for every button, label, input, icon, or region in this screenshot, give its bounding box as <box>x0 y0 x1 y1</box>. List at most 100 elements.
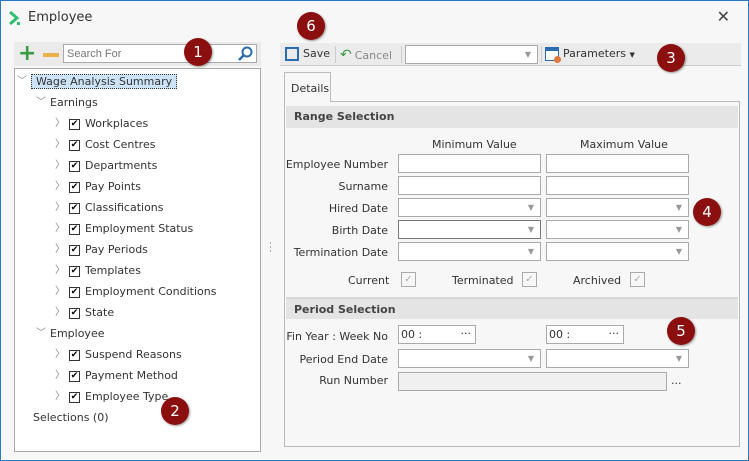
callout-badge: 2 <box>161 397 189 425</box>
period-end-max-combo[interactable]: ▼ <box>546 349 689 368</box>
save-icon <box>285 47 299 61</box>
callout-badge: 3 <box>657 44 685 72</box>
check-label: Archived <box>573 274 622 287</box>
tree-item[interactable]: 〉 ✔ Employment Status <box>55 219 193 238</box>
tree-item[interactable]: 〉 ✔ Payment Method <box>55 366 178 385</box>
search-icon[interactable] <box>238 46 253 61</box>
add-icon[interactable]: + <box>18 42 36 66</box>
max-date-combo[interactable]: ▼ <box>546 220 689 239</box>
window-title: Employee <box>28 10 93 25</box>
min-date-combo[interactable]: ▼ <box>398 198 541 217</box>
checkbox[interactable]: ✔ <box>69 118 80 130</box>
tree-item[interactable]: 〉 ✔ Workplaces <box>55 114 148 133</box>
tree-item[interactable]: 〉 ✔ State <box>55 303 114 322</box>
min-input[interactable] <box>398 176 541 195</box>
checkbox[interactable]: ✔ <box>69 265 80 277</box>
checkbox[interactable]: ✔ <box>69 391 80 403</box>
chevron-right-icon[interactable]: 〉 <box>55 387 65 406</box>
checkbox[interactable]: ✔ <box>69 139 80 151</box>
chevron-right-icon[interactable]: 〉 <box>55 135 65 154</box>
tree-item[interactable]: 〉 ✔ Pay Periods <box>55 240 148 259</box>
checkbox[interactable]: ✔ <box>69 370 80 382</box>
save-button[interactable]: Save <box>285 47 330 61</box>
tree-item[interactable]: 〉 ✔ Suspend Reasons <box>55 345 182 364</box>
chevron-right-icon[interactable]: 〉 <box>55 177 65 196</box>
checkbox[interactable]: ✔ <box>69 349 80 361</box>
range-label: Employee Number <box>285 158 388 171</box>
checkbox[interactable]: ✔ <box>69 286 80 298</box>
max-date-combo[interactable]: ▼ <box>546 242 689 261</box>
max-input[interactable] <box>546 154 689 173</box>
min-input[interactable] <box>398 154 541 173</box>
chevron-right-icon[interactable]: 〉 <box>55 282 65 301</box>
tree-item[interactable]: 〉 ✔ Pay Points <box>55 177 141 196</box>
employee-window: Employee ✕ + ﹀Wage Analysis Summary ﹀Earn… <box>0 0 749 461</box>
app-logo-icon <box>9 11 20 25</box>
run-number-label: Run Number <box>319 374 388 387</box>
parameters-button[interactable]: Parameters ▼ <box>545 47 635 63</box>
range-label: Termination Date <box>293 246 388 259</box>
fin-min-ellipsis-button[interactable]: ··· <box>461 327 472 340</box>
chevron-right-icon[interactable]: 〉 <box>55 345 65 364</box>
min-date-combo[interactable]: ▼ <box>398 242 541 261</box>
cancel-button[interactable]: ↶ Cancel <box>340 47 392 63</box>
chevron-right-icon[interactable]: 〉 <box>55 240 65 259</box>
tree-item[interactable]: 〉 ✔ Classifications <box>55 198 164 217</box>
check-terminated[interactable]: ✓ <box>522 272 537 287</box>
max-input[interactable] <box>546 176 689 195</box>
min-date-combo[interactable]: ▼ <box>398 220 541 239</box>
checkbox[interactable]: ✔ <box>69 160 80 172</box>
checkbox[interactable]: ✔ <box>69 244 80 256</box>
max-date-combo[interactable]: ▼ <box>546 198 689 217</box>
chevron-right-icon[interactable]: 〉 <box>55 219 65 238</box>
tree-selections[interactable]: Selections (0) <box>33 408 109 427</box>
chevron-down-icon[interactable]: ﹀ <box>36 93 46 112</box>
tree-group-earnings[interactable]: ﹀ Earnings <box>36 93 98 112</box>
check-current[interactable]: ✓ <box>401 272 416 287</box>
chevron-right-icon[interactable]: 〉 <box>55 261 65 280</box>
tree-item[interactable]: 〉 ✔ Employment Conditions <box>55 282 216 301</box>
tree-root[interactable]: ﹀ Wage Analysis Summary <box>17 72 178 91</box>
checkbox[interactable]: ✔ <box>69 202 80 214</box>
tree-item[interactable]: 〉 ✔ Cost Centres <box>55 135 155 154</box>
chevron-right-icon[interactable]: 〉 <box>55 303 65 322</box>
callout-badge: 4 <box>693 198 721 226</box>
chevron-down-icon[interactable]: ﹀ <box>36 324 46 343</box>
run-number-input[interactable] <box>398 372 667 391</box>
min-header: Minimum Value <box>432 138 517 151</box>
callout-badge: 1 <box>184 38 212 66</box>
fin-max-ellipsis-button[interactable]: ··· <box>609 327 620 340</box>
range-selection-header: Range Selection <box>286 106 738 128</box>
tab-details[interactable]: Details <box>284 72 331 102</box>
range-label: Birth Date <box>331 224 388 237</box>
tree-item[interactable]: 〉 ✔ Departments <box>55 156 157 175</box>
check-label: Current <box>348 274 390 287</box>
period-end-min-combo[interactable]: ▼ <box>398 349 541 368</box>
tree-group-employee[interactable]: ﹀ Employee <box>36 324 104 343</box>
search-input[interactable] <box>63 44 257 63</box>
checkbox[interactable]: ✔ <box>69 223 80 235</box>
tree-item[interactable]: 〉 ✔ Employee Type <box>55 387 168 406</box>
fin-year-max-input[interactable]: 00 : ··· <box>546 325 624 344</box>
details-panel: Range Selection Minimum Value Maximum Va… <box>284 101 740 447</box>
period-selection-header: Period Selection <box>286 297 738 319</box>
range-label: Surname <box>338 180 388 193</box>
toolbar-combo[interactable]: ▼ <box>405 45 538 64</box>
close-button[interactable]: ✕ <box>717 7 730 26</box>
check-archived[interactable]: ✓ <box>630 272 645 287</box>
chevron-right-icon[interactable]: 〉 <box>55 198 65 217</box>
tree-item[interactable]: 〉 ✔ Templates <box>55 261 141 280</box>
callout-badge: 6 <box>297 12 325 40</box>
remove-icon[interactable] <box>43 53 59 57</box>
run-number-more-button[interactable]: ... <box>671 374 682 387</box>
chevron-right-icon[interactable]: 〉 <box>55 366 65 385</box>
parameters-icon <box>545 47 561 63</box>
chevron-down-icon[interactable]: ﹀ <box>17 72 27 91</box>
chevron-right-icon[interactable]: 〉 <box>55 114 65 133</box>
checkbox[interactable]: ✔ <box>69 307 80 319</box>
checkbox[interactable]: ✔ <box>69 181 80 193</box>
range-label: Hired Date <box>328 202 388 215</box>
undo-icon: ↶ <box>340 47 352 63</box>
chevron-right-icon[interactable]: 〉 <box>55 156 65 175</box>
fin-year-min-input[interactable]: 00 : ··· <box>398 325 476 344</box>
